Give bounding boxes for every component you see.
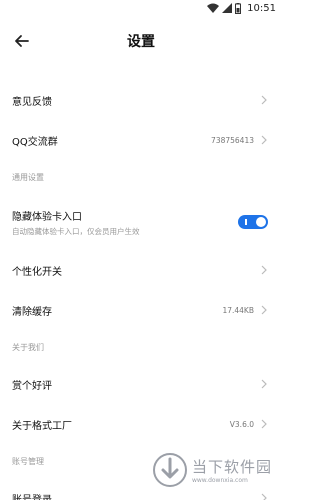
section-general: 通用设置	[12, 172, 44, 182]
qq-group-value: 738756413	[211, 135, 254, 145]
hide-card-description: 自动隐藏体验卡入口，仅会员用户生效	[12, 226, 140, 236]
settings-list: 意见反馈 QQ交流群 738756413 通用设置 隐藏体验卡入口 自动隐藏体验…	[0, 80, 282, 500]
chevron-right-icon	[261, 419, 267, 429]
toggle-knob	[256, 217, 266, 227]
hide-card-toggle[interactable]	[238, 215, 268, 229]
rate-row[interactable]: 赏个好评	[0, 364, 282, 404]
clear-cache-row[interactable]: 清除缓存 17.44KB	[0, 290, 282, 330]
status-bar: 10:51	[0, 0, 282, 16]
clear-cache-label: 清除缓存	[12, 306, 52, 318]
login-label: 账号登录	[12, 494, 52, 500]
chevron-right-icon	[261, 265, 267, 275]
wifi-icon	[207, 3, 220, 13]
signal-icon	[222, 3, 233, 13]
page-title: 设置	[127, 34, 155, 50]
back-arrow-icon[interactable]	[12, 31, 32, 51]
about-row[interactable]: 关于格式工厂 V3.6.0	[0, 404, 282, 444]
hide-card-row: 隐藏体验卡入口 自动隐藏体验卡入口，仅会员用户生效	[0, 194, 282, 250]
qq-group-row[interactable]: QQ交流群 738756413	[0, 120, 282, 160]
personalization-row[interactable]: 个性化开关	[0, 250, 282, 290]
watermark: 当下软件园 www.downxia.com	[152, 452, 272, 488]
status-time: 10:51	[247, 2, 276, 14]
qq-group-label: QQ交流群	[12, 136, 58, 148]
chevron-right-icon	[261, 305, 267, 315]
watermark-url: www.downxia.com	[191, 477, 248, 484]
download-logo-icon	[152, 453, 187, 487]
toggle-on-indicator	[245, 219, 247, 225]
section-about-us: 关于我们	[12, 342, 44, 352]
rate-label: 赏个好评	[12, 380, 52, 392]
chevron-right-icon	[261, 95, 267, 105]
cache-size-value: 17.44KB	[222, 305, 254, 315]
chevron-right-icon	[261, 493, 267, 500]
hide-card-label: 隐藏体验卡入口	[12, 211, 82, 223]
chevron-right-icon	[261, 379, 267, 389]
battery-icon	[235, 2, 242, 14]
version-value: V3.6.0	[229, 419, 254, 429]
personalization-label: 个性化开关	[12, 266, 62, 278]
header: 设置	[0, 16, 282, 66]
chevron-right-icon	[261, 135, 267, 145]
watermark-title: 当下软件园	[191, 458, 272, 476]
feedback-label: 意见反馈	[12, 96, 52, 108]
feedback-row[interactable]: 意见反馈	[0, 80, 282, 120]
about-label: 关于格式工厂	[12, 420, 72, 432]
